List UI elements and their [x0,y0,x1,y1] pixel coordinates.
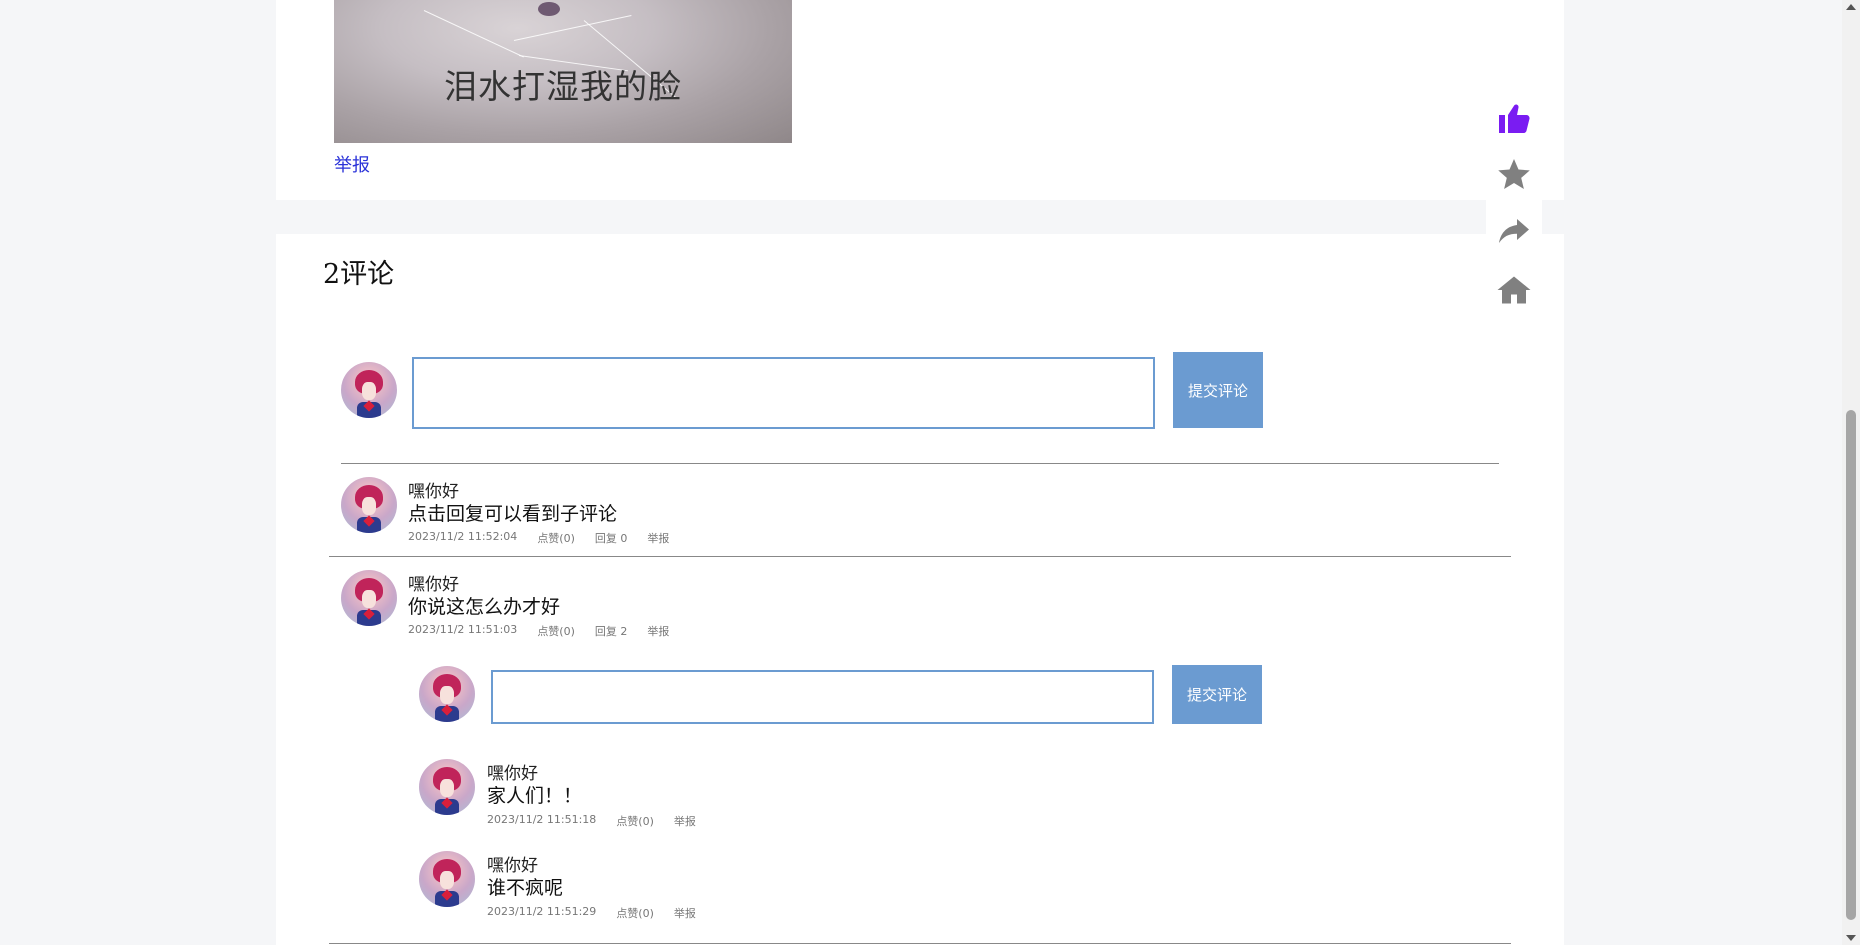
scroll-up-icon[interactable] [1846,4,1856,10]
scrollbar-thumb[interactable] [1846,410,1856,920]
thumbs-up-icon[interactable] [1496,100,1532,136]
avatar [341,362,397,418]
post-report-link[interactable]: 举报 [334,151,370,177]
divider [329,943,1511,944]
report-button[interactable]: 举报 [647,530,669,546]
image-whisker [513,15,632,41]
report-button[interactable]: 举报 [674,813,696,829]
like-button[interactable]: 点赞(0) [537,623,575,639]
avatar [419,759,475,815]
avatar [341,570,397,626]
reply-time: 2023/11/2 11:51:29 [487,905,597,918]
comment-text: 点击回复可以看到子评论 [408,503,618,525]
report-button[interactable]: 举报 [647,623,669,639]
share-icon[interactable] [1496,213,1532,249]
reply-meta: 2023/11/2 11:51:18 点赞(0) 举报 [487,813,716,829]
comment-meta: 2023/11/2 11:51:03 点赞(0) 回复 2 举报 [408,623,689,639]
comment-count-title: 2评论 [323,259,395,290]
divider [329,556,1511,557]
reply-input[interactable] [491,670,1154,724]
reply-button[interactable]: 回复 2 [595,623,628,639]
reply-time: 2023/11/2 11:51:18 [487,813,597,826]
reply-text: 谁不疯呢 [487,877,564,899]
like-button[interactable]: 点赞(0) [537,530,575,546]
avatar [419,851,475,907]
comments-section: 2评论 提交评论 嘿你好 点击回复可以看到子评论 2023/11/2 11:52… [276,234,1564,945]
post-image: 泪水打湿我的脸 [334,0,792,143]
reply-button[interactable]: 回复 0 [595,530,628,546]
reply-meta: 2023/11/2 11:51:29 点赞(0) 举报 [487,905,716,921]
like-button[interactable]: 点赞(0) [616,813,654,829]
divider [341,463,1499,464]
comment-time: 2023/11/2 11:51:03 [408,623,518,636]
image-caption: 泪水打湿我的脸 [444,67,682,106]
comment-text: 你说这怎么办才好 [408,596,561,618]
reply-text: 家人们！！ [487,785,583,807]
avatar [341,477,397,533]
scroll-down-icon[interactable] [1846,935,1856,941]
image-whisker [423,10,524,58]
report-button[interactable]: 举报 [674,905,696,921]
scrollbar[interactable] [1842,0,1860,945]
avatar [419,666,475,722]
like-button[interactable]: 点赞(0) [616,905,654,921]
comment-time: 2023/11/2 11:52:04 [408,530,518,543]
submit-reply-button[interactable]: 提交评论 [1172,665,1262,724]
star-icon[interactable] [1496,156,1532,192]
comment-meta: 2023/11/2 11:52:04 点赞(0) 回复 0 举报 [408,530,689,546]
side-action-bar [1486,100,1542,310]
submit-comment-button[interactable]: 提交评论 [1173,352,1263,428]
comment-input[interactable] [412,357,1155,429]
image-eye [538,2,560,16]
post-card: 泪水打湿我的脸 举报 [276,0,1564,200]
home-icon[interactable] [1496,272,1532,308]
